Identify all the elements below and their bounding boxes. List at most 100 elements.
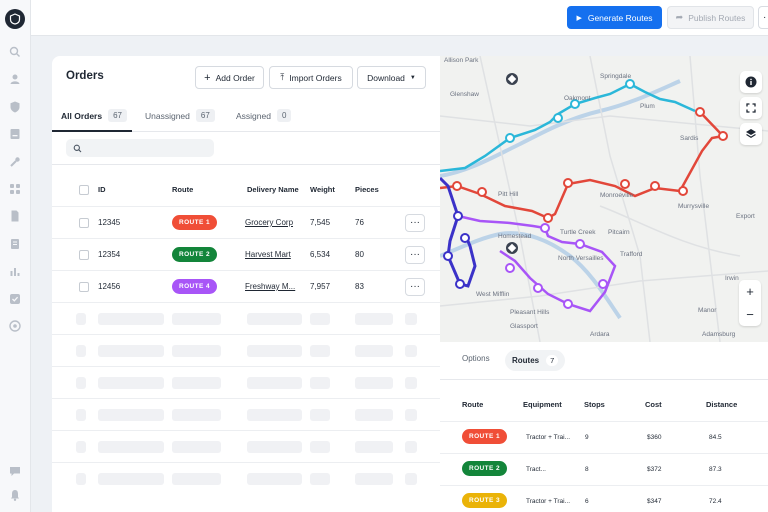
map-label: Sardis xyxy=(680,135,699,142)
wrench-icon[interactable] xyxy=(8,155,22,169)
route-row[interactable]: ROUTE 1 Tractor + Trai... 9 $360 84.5 xyxy=(440,421,768,453)
divider xyxy=(52,164,440,165)
row-checkbox[interactable] xyxy=(79,250,89,260)
tab-routes[interactable]: Routes 7 xyxy=(505,350,566,371)
add-order-button[interactable]: + Add Order xyxy=(195,66,264,89)
bell-icon[interactable] xyxy=(8,488,22,502)
skeleton-block xyxy=(355,473,393,485)
notes-icon[interactable] xyxy=(8,237,22,251)
zoom-out-button[interactable]: − xyxy=(739,303,761,326)
column-header-delivery-name[interactable]: Delivery Name xyxy=(247,185,299,194)
table-row[interactable]: 12345 ROUTE 1 Grocery Corp 7,545 76 ··· xyxy=(52,206,440,238)
delivery-name-link[interactable]: Grocery Corp xyxy=(245,218,293,227)
map-canvas[interactable]: Allison Park Glenshaw Springdale Oakmont… xyxy=(440,56,768,342)
search-input[interactable] xyxy=(86,143,206,153)
map-label: Glassport xyxy=(510,323,538,330)
skeleton-block xyxy=(98,409,164,421)
route-row[interactable]: ROUTE 2 Tract... 8 $372 87.3 xyxy=(440,453,768,485)
skeleton-row xyxy=(52,430,440,462)
column-header-route[interactable]: Route xyxy=(172,185,193,194)
shield-icon[interactable] xyxy=(8,100,22,114)
document-icon[interactable] xyxy=(8,209,22,223)
row-actions-button[interactable]: ··· xyxy=(405,278,425,296)
routes-panel: Options Routes 7 Route Equipment Stops C… xyxy=(440,342,768,512)
map-label: North Versailles xyxy=(558,255,604,262)
skeleton-block xyxy=(405,441,417,453)
route-badge: ROUTE 1 xyxy=(172,215,217,230)
select-all-checkbox[interactable] xyxy=(79,185,89,195)
search-icon[interactable] xyxy=(8,45,22,59)
chat-icon[interactable] xyxy=(8,464,22,478)
column-header-equipment[interactable]: Equipment xyxy=(523,400,562,409)
tab-count: 67 xyxy=(108,109,128,122)
orders-panel: Orders + Add Order ⤒ Import Orders Downl… xyxy=(52,56,440,512)
map-label: Pleasant Hills xyxy=(510,309,550,316)
app-logo[interactable] xyxy=(5,9,25,29)
depot-pin-icon[interactable] xyxy=(506,73,518,85)
skeleton-block xyxy=(310,345,330,357)
checklist-icon[interactable] xyxy=(8,292,22,306)
grid-icon[interactable] xyxy=(8,182,22,196)
add-circle-icon[interactable] xyxy=(8,319,22,333)
info-button[interactable] xyxy=(740,71,762,93)
row-checkbox[interactable] xyxy=(79,282,89,292)
skeleton-block xyxy=(98,377,164,389)
column-header-stops[interactable]: Stops xyxy=(584,400,605,409)
table-row[interactable]: 12354 ROUTE 2 Harvest Mart 6,534 80 ··· xyxy=(52,238,440,270)
skeleton-block xyxy=(310,441,330,453)
search-icon xyxy=(73,144,82,152)
tab-unassigned[interactable]: Unassigned 67 xyxy=(145,109,215,122)
download-dropdown[interactable]: Download ▼ xyxy=(357,66,426,89)
route-row[interactable]: ROUTE 3 Tractor + Trai... 6 $347 72.4 xyxy=(440,485,768,512)
skeleton-block xyxy=(405,473,417,485)
delivery-name-link[interactable]: Freshway M... xyxy=(245,282,295,291)
import-orders-button[interactable]: ⤒ Import Orders xyxy=(269,66,353,89)
column-header-weight[interactable]: Weight xyxy=(310,185,335,194)
route-equipment: Tractor + Trai... xyxy=(526,498,571,505)
column-header-id[interactable]: ID xyxy=(98,185,106,194)
layers-button[interactable] xyxy=(740,123,762,145)
skeleton-row xyxy=(52,398,440,430)
tab-count: 7 xyxy=(546,355,559,366)
skeleton-row xyxy=(52,366,440,398)
skeleton-block xyxy=(247,441,302,453)
row-checkbox[interactable] xyxy=(79,218,89,228)
order-weight: 7,957 xyxy=(310,282,331,291)
generate-routes-button[interactable]: ▶ Generate Routes xyxy=(567,6,662,29)
order-id: 12354 xyxy=(98,250,121,259)
order-id: 12345 xyxy=(98,218,121,227)
skeleton-block xyxy=(76,409,86,421)
column-header-pieces[interactable]: Pieces xyxy=(355,185,379,194)
tab-all-orders[interactable]: All Orders 67 xyxy=(61,109,128,122)
column-header-route[interactable]: Route xyxy=(462,400,483,409)
route-cost: $372 xyxy=(647,466,662,473)
row-actions-button[interactable]: ··· xyxy=(405,246,425,264)
skeleton-block xyxy=(76,473,86,485)
map-label: Homestead xyxy=(498,233,532,240)
fullscreen-button[interactable] xyxy=(740,97,762,119)
skeleton-block xyxy=(247,345,302,357)
table-header: ID Route Delivery Name Weight Pieces xyxy=(52,180,440,200)
search-box[interactable] xyxy=(66,139,214,157)
publish-routes-button[interactable]: ➦ Publish Routes xyxy=(667,6,754,29)
table-row[interactable]: 12456 ROUTE 4 Freshway M... 7,957 83 ··· xyxy=(52,270,440,302)
column-header-distance[interactable]: Distance xyxy=(706,400,737,409)
row-actions-button[interactable]: ··· xyxy=(405,214,425,232)
route-map[interactable]: Allison Park Glenshaw Springdale Oakmont… xyxy=(440,56,768,342)
skeleton-block xyxy=(310,377,330,389)
depot-pin-icon[interactable] xyxy=(506,242,518,254)
column-header-cost[interactable]: Cost xyxy=(645,400,662,409)
map-label: Adamsburg xyxy=(702,331,736,338)
users-icon[interactable] xyxy=(8,72,22,86)
id-card-icon[interactable] xyxy=(8,127,22,141)
order-weight: 6,534 xyxy=(310,250,331,259)
tab-assigned[interactable]: Assigned 0 xyxy=(236,109,292,122)
tab-options[interactable]: Options xyxy=(462,354,490,363)
bar-chart-icon[interactable] xyxy=(8,264,22,278)
download-label: Download xyxy=(367,72,405,83)
zoom-in-button[interactable]: + xyxy=(739,280,761,303)
order-pieces: 83 xyxy=(355,282,364,291)
delivery-name-link[interactable]: Harvest Mart xyxy=(245,250,291,259)
more-button[interactable]: · xyxy=(758,6,768,29)
route-distance: 84.5 xyxy=(709,434,722,441)
